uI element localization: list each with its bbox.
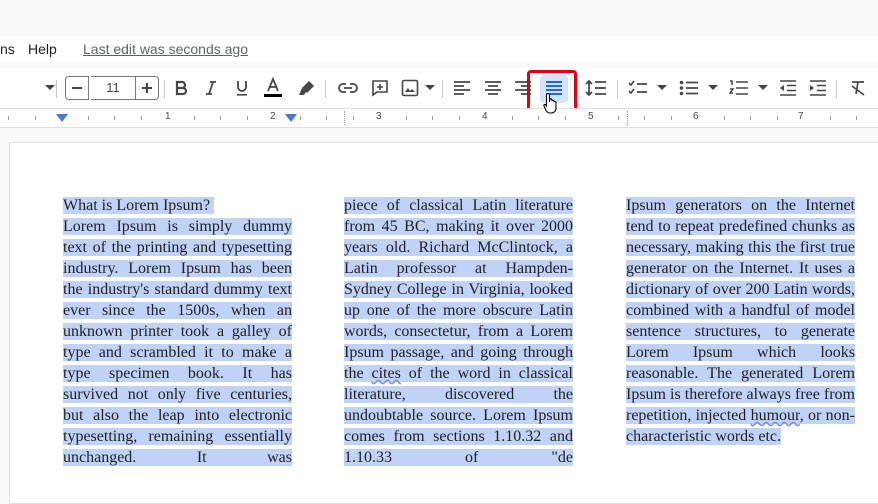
ruler[interactable]: 1 2 3 4 5 6 7: [0, 108, 878, 128]
spellcheck-word[interactable]: cites: [371, 365, 401, 382]
checklist-button[interactable]: [626, 76, 650, 100]
numbered-list-button[interactable]: [727, 76, 751, 100]
increase-indent-button[interactable]: [806, 76, 830, 100]
ruler-number: 7: [798, 111, 804, 122]
column-boundary-marker[interactable]: [344, 111, 346, 125]
toolbar-right: [0, 68, 878, 108]
menu-item-extensions[interactable]: ns: [0, 41, 15, 57]
bulleted-list-button[interactable]: [677, 76, 701, 100]
column-boundary-marker[interactable]: [627, 111, 629, 125]
clear-formatting-button[interactable]: [847, 76, 871, 100]
numbered-list-dropdown-arrow-icon[interactable]: [751, 76, 775, 100]
ruler-number: 2: [270, 111, 276, 122]
checklist-icon: [628, 80, 647, 95]
column-1-text: Lorem Ipsum is simply dummy text of the …: [63, 218, 292, 466]
line-spacing-button[interactable]: [584, 76, 608, 100]
column-3[interactable]: Ipsum generators on the Internet tend to…: [626, 195, 855, 447]
bulleted-list-icon: [679, 80, 698, 96]
column-1[interactable]: What is Lorem Ipsum? Lorem Ipsum is simp…: [63, 195, 292, 468]
ruler-number: 1: [165, 111, 171, 122]
column-2[interactable]: piece of classical Latin literature from…: [344, 195, 573, 468]
hand-pointer-cursor-icon: [543, 92, 557, 114]
ruler-number: 6: [693, 111, 699, 122]
checklist-dropdown-arrow-icon[interactable]: [650, 76, 674, 100]
numbered-list-icon: [729, 80, 748, 95]
right-indent-marker-icon[interactable]: [284, 113, 298, 123]
ruler-number: 3: [376, 111, 382, 122]
ruler-number: 5: [588, 111, 594, 122]
toolbar-divider: [836, 80, 837, 98]
line-spacing-icon: [585, 79, 606, 97]
toolbar-divider: [617, 80, 618, 98]
menu-item-help[interactable]: Help: [28, 41, 57, 57]
bulleted-list-dropdown-arrow-icon[interactable]: [701, 76, 725, 100]
ruler-number: 4: [482, 111, 488, 122]
column-3-text: Ipsum generators on the Internet tend to…: [626, 197, 855, 424]
menu-bar: ns Help Last edit was seconds ago: [0, 36, 878, 62]
spellcheck-word[interactable]: humour: [750, 407, 800, 424]
column-2-text: piece of classical Latin literature from…: [344, 197, 573, 382]
last-edit-link[interactable]: Last edit was seconds ago: [83, 41, 248, 57]
left-indent-marker-icon[interactable]: [55, 113, 69, 123]
clear-formatting-icon: [851, 81, 865, 96]
decrease-indent-button[interactable]: [776, 76, 800, 100]
heading-text: What is Lorem Ipsum?: [63, 197, 211, 214]
increase-indent-icon: [810, 80, 826, 96]
decrease-indent-icon: [780, 80, 796, 96]
